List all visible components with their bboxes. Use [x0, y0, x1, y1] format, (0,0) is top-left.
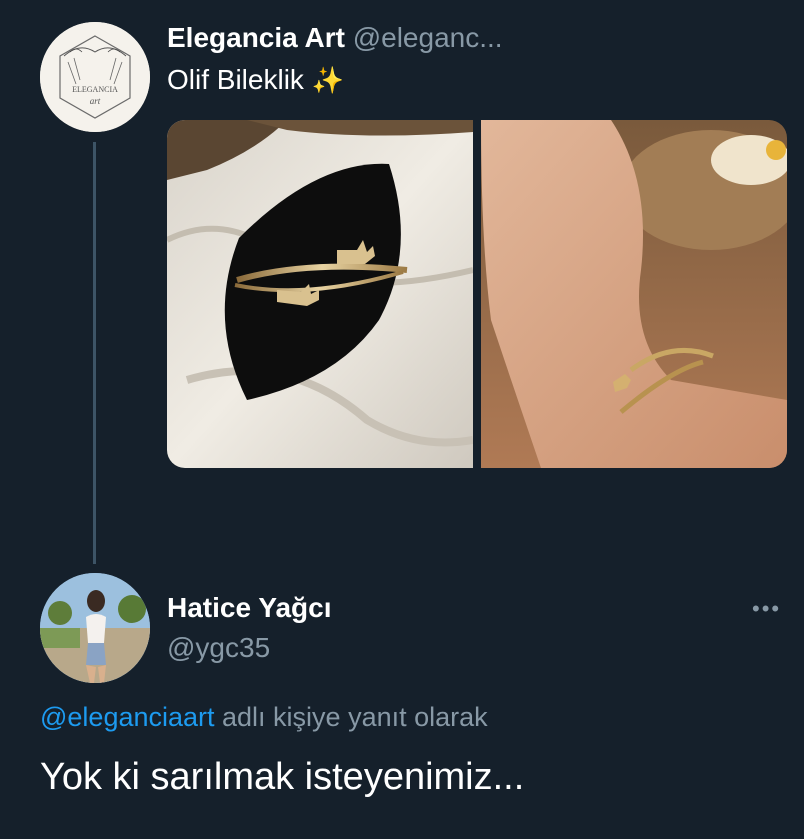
hatice-avatar[interactable] [40, 573, 150, 683]
elegancia-logo: ELEGANCIA art [40, 22, 150, 132]
thread-connector-line [93, 142, 96, 564]
author-name[interactable]: Elegancia Art [167, 22, 345, 53]
author-handle[interactable]: @eleganc... [353, 22, 503, 53]
svg-text:ELEGANCIA: ELEGANCIA [72, 85, 118, 94]
tweet-text: Olif Bileklik ✨ [167, 64, 344, 96]
reply-author-handle[interactable]: @ygc35 [167, 632, 270, 664]
more-options-button[interactable]: ••• [752, 596, 788, 621]
user-photo [40, 573, 150, 683]
sparkles-icon: ✨ [311, 65, 345, 95]
reply-text: Yok ki sarılmak isteyenimiz... [40, 756, 525, 798]
reply-context-suffix: adlı kişiye yanıt olarak [214, 702, 488, 732]
bracelet-on-wrist-photo[interactable] [481, 120, 787, 468]
mention-link[interactable]: @eleganciaart [40, 702, 215, 732]
reply-author-name[interactable]: Hatice Yağcı [167, 592, 331, 624]
svg-text:art: art [90, 96, 101, 106]
tweet-media[interactable] [167, 120, 787, 468]
bracelet-on-velvet-photo[interactable] [167, 120, 473, 468]
elegancia-avatar[interactable]: ELEGANCIA art [40, 22, 150, 132]
tweet-author[interactable]: Elegancia Art @eleganc... [167, 22, 503, 54]
reply-context: @eleganciaart adlı kişiye yanıt olarak [40, 702, 488, 733]
tweet-text-content: Olif Bileklik [167, 64, 304, 95]
